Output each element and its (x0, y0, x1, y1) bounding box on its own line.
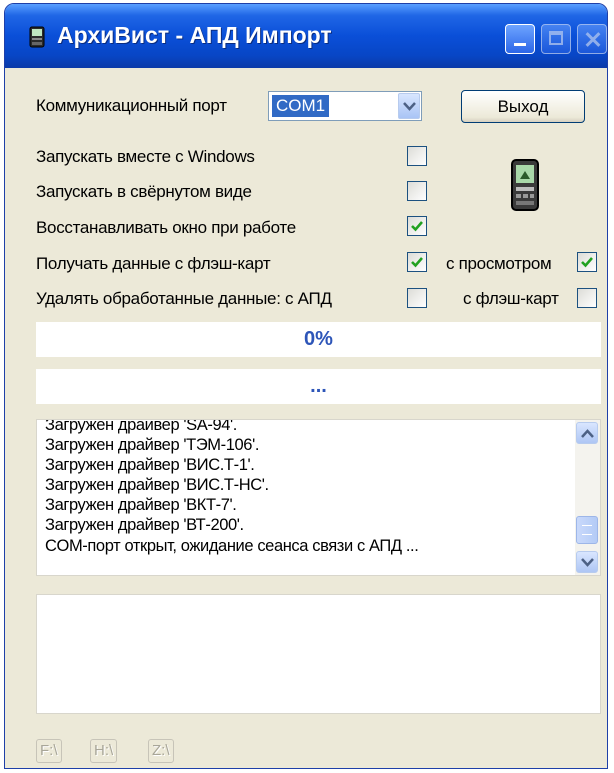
maximize-button (541, 24, 571, 54)
list-item: Загружен драйвер 'ВИС.Т-1'. (45, 456, 255, 474)
list-item: Загружен драйвер 'ВИС.Т-НС'. (45, 476, 269, 494)
close-button (577, 24, 607, 54)
delete-flash-checkbox[interactable] (577, 288, 597, 308)
restore-window-checkbox[interactable] (407, 216, 427, 236)
from-flash-label: с флэш-карт (463, 289, 559, 308)
checkbox-label-autostart: Запускать вместе с Windows (36, 147, 255, 166)
list-item: Загружен драйвер 'ТЭМ-106'. (45, 436, 260, 454)
scroll-up-icon[interactable] (576, 422, 598, 444)
drive-button-z: Z:\ (148, 739, 174, 763)
exit-button[interactable]: Выход (461, 90, 585, 123)
progress-percent: 0% (36, 322, 601, 357)
details-box (36, 594, 601, 714)
minimize-button[interactable] (505, 24, 535, 54)
log-scrollbar[interactable] (575, 420, 600, 575)
drive-button-h: H:\ (90, 739, 118, 763)
scroll-thumb[interactable] (576, 516, 598, 544)
progress-status: ... (36, 369, 601, 404)
window-title: АрхиВист - АПД Импорт (57, 22, 332, 48)
with-preview-label: с просмотром (446, 254, 552, 273)
list-item: Загружен драйвер 'SA-94'. (45, 419, 237, 434)
scroll-down-icon[interactable] (576, 551, 598, 573)
list-item: Загружен драйвер 'ВТ-200'. (45, 516, 244, 534)
checkbox-label-restore: Восстанавливать окно при работе (36, 218, 296, 237)
checkmark-icon (411, 257, 423, 268)
checkbox-label-delete-apd: Удалять обработанные данные: с АПД (36, 289, 332, 308)
port-label: Коммуникационный порт (36, 96, 227, 115)
title-bar[interactable]: АрхиВист - АПД Импорт (5, 4, 607, 68)
app-icon (29, 26, 45, 48)
checkbox-label-flash: Получать данные с флэш-карт (36, 254, 271, 273)
port-value: COM1 (270, 94, 331, 118)
list-item: Загружен драйвер 'ВКТ-7'. (45, 496, 237, 514)
chevron-down-icon[interactable] (398, 93, 420, 119)
drive-button-f: F:\ (36, 739, 62, 763)
log-list[interactable]: Загружен драйвер 'SA-94'. Загружен драйв… (36, 419, 601, 576)
main-window: АрхиВист - АПД Импорт Коммуникационный п… (4, 3, 608, 769)
get-flash-data-checkbox[interactable] (407, 252, 427, 272)
checkmark-icon (581, 257, 593, 268)
checkmark-icon (411, 221, 423, 232)
list-item: COM-порт открыт, ожидание сеанса связи с… (45, 537, 419, 555)
autostart-checkbox[interactable] (407, 146, 427, 166)
checkbox-label-minimized: Запускать в свёрнутом виде (36, 182, 252, 201)
start-minimized-checkbox[interactable] (407, 181, 427, 201)
port-select[interactable]: COM1 (268, 91, 422, 121)
pda-device-icon (511, 159, 539, 211)
with-preview-checkbox[interactable] (577, 252, 597, 272)
delete-apd-checkbox[interactable] (407, 288, 427, 308)
